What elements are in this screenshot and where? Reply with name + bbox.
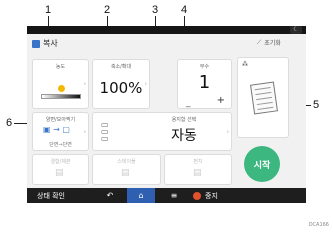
zoom-label: 축소/확대 (110, 64, 132, 70)
chevron-right-icon: › (144, 80, 147, 88)
stop-button[interactable]: 중지 (193, 191, 218, 201)
stop-label: 중지 (205, 191, 218, 200)
zoom-value: 100% (99, 79, 143, 97)
menu-icon[interactable]: ≡ (155, 191, 193, 200)
chevron-right-icon: › (226, 128, 229, 135)
start-button[interactable]: 시작 (244, 146, 280, 182)
duplex-label: 양면/모아찍기 (45, 117, 76, 123)
chevron-right-icon: › (83, 128, 86, 135)
paper-tray-tile[interactable]: ▭ ▭ ▭ 용지함 선택 자동 › (92, 112, 232, 151)
minus-button[interactable]: _ (186, 98, 191, 108)
app-title-label: 복사 (43, 39, 58, 48)
status-check-button[interactable]: 상태 확인 (37, 191, 93, 201)
document-preview-icon (250, 81, 278, 115)
binding-icon: ▤ (55, 168, 64, 178)
tray-icon: ▭ ▭ ▭ (101, 120, 109, 143)
punch-icon: ▤ (193, 168, 202, 178)
callout-5: 5 (313, 99, 320, 111)
density-tile[interactable]: 농도 › (32, 59, 89, 109)
callout-2: 2 (104, 4, 111, 16)
density-indicator-icon (58, 85, 65, 92)
moon-icon[interactable]: ☾ (290, 26, 302, 34)
paper-tray-label: 용지함 선택 (171, 117, 197, 123)
app-title: 복사 (32, 38, 58, 49)
quantity-value: 1 (198, 72, 211, 93)
punch-tile[interactable]: 펀치 ▤ (164, 154, 232, 185)
reset-label: 초기화 (264, 40, 281, 47)
top-status-bar: ☾ (27, 26, 306, 34)
duplex-sub-label: 단면→단면 (49, 142, 72, 148)
binding-tile[interactable]: 결합/제본 ▤ (32, 154, 89, 185)
staple-tile[interactable]: 스테이플 ▤ (92, 154, 161, 185)
back-icon[interactable]: ↶ (93, 191, 127, 200)
zoom-tile[interactable]: 축소/확대 100% › (92, 59, 150, 109)
density-scale (41, 94, 81, 99)
density-label: 농도 (55, 64, 66, 70)
callout-6: 6 (6, 117, 13, 129)
copy-icon (32, 39, 40, 48)
dots-icon: ⁂ (242, 61, 248, 68)
callout-3: 3 (152, 4, 159, 16)
chevron-right-icon: › (83, 80, 86, 88)
paper-tray-value: 자동 (171, 128, 197, 144)
bottom-nav-bar: 상태 확인 ↶ ⌂ ≡ 중지 (27, 188, 306, 203)
control-panel-screen: ☾ 복사 ⟋ 초기화 농도 › 축소/확대 100% › 부수 1 _ + ⁂ … (27, 26, 306, 203)
duplex-tile[interactable]: 양면/모아찍기 ▣ → ▢ 단면→단면 › (32, 112, 89, 151)
callout-1: 1 (45, 4, 52, 16)
quantity-tile[interactable]: 부수 1 _ + (177, 59, 232, 109)
duplex-icon: ▣ → ▢ (43, 125, 70, 134)
plus-button[interactable]: + (217, 95, 225, 106)
callout-4: 4 (181, 4, 188, 16)
original-preview: ⁂ (237, 57, 289, 138)
staple-icon: ▤ (121, 168, 130, 178)
quantity-label: 부수 (199, 64, 210, 70)
home-icon[interactable]: ⌂ (127, 188, 155, 203)
stop-icon (193, 191, 201, 200)
punch-label: 펀치 (193, 159, 203, 165)
binding-label: 결합/제본 (50, 159, 71, 165)
staple-label: 스테이플 (117, 159, 136, 165)
reset-icon: ⟋ (257, 38, 262, 46)
reset-button[interactable]: ⟋ 초기화 (257, 38, 281, 48)
figure-id: DCA166 (308, 222, 329, 228)
